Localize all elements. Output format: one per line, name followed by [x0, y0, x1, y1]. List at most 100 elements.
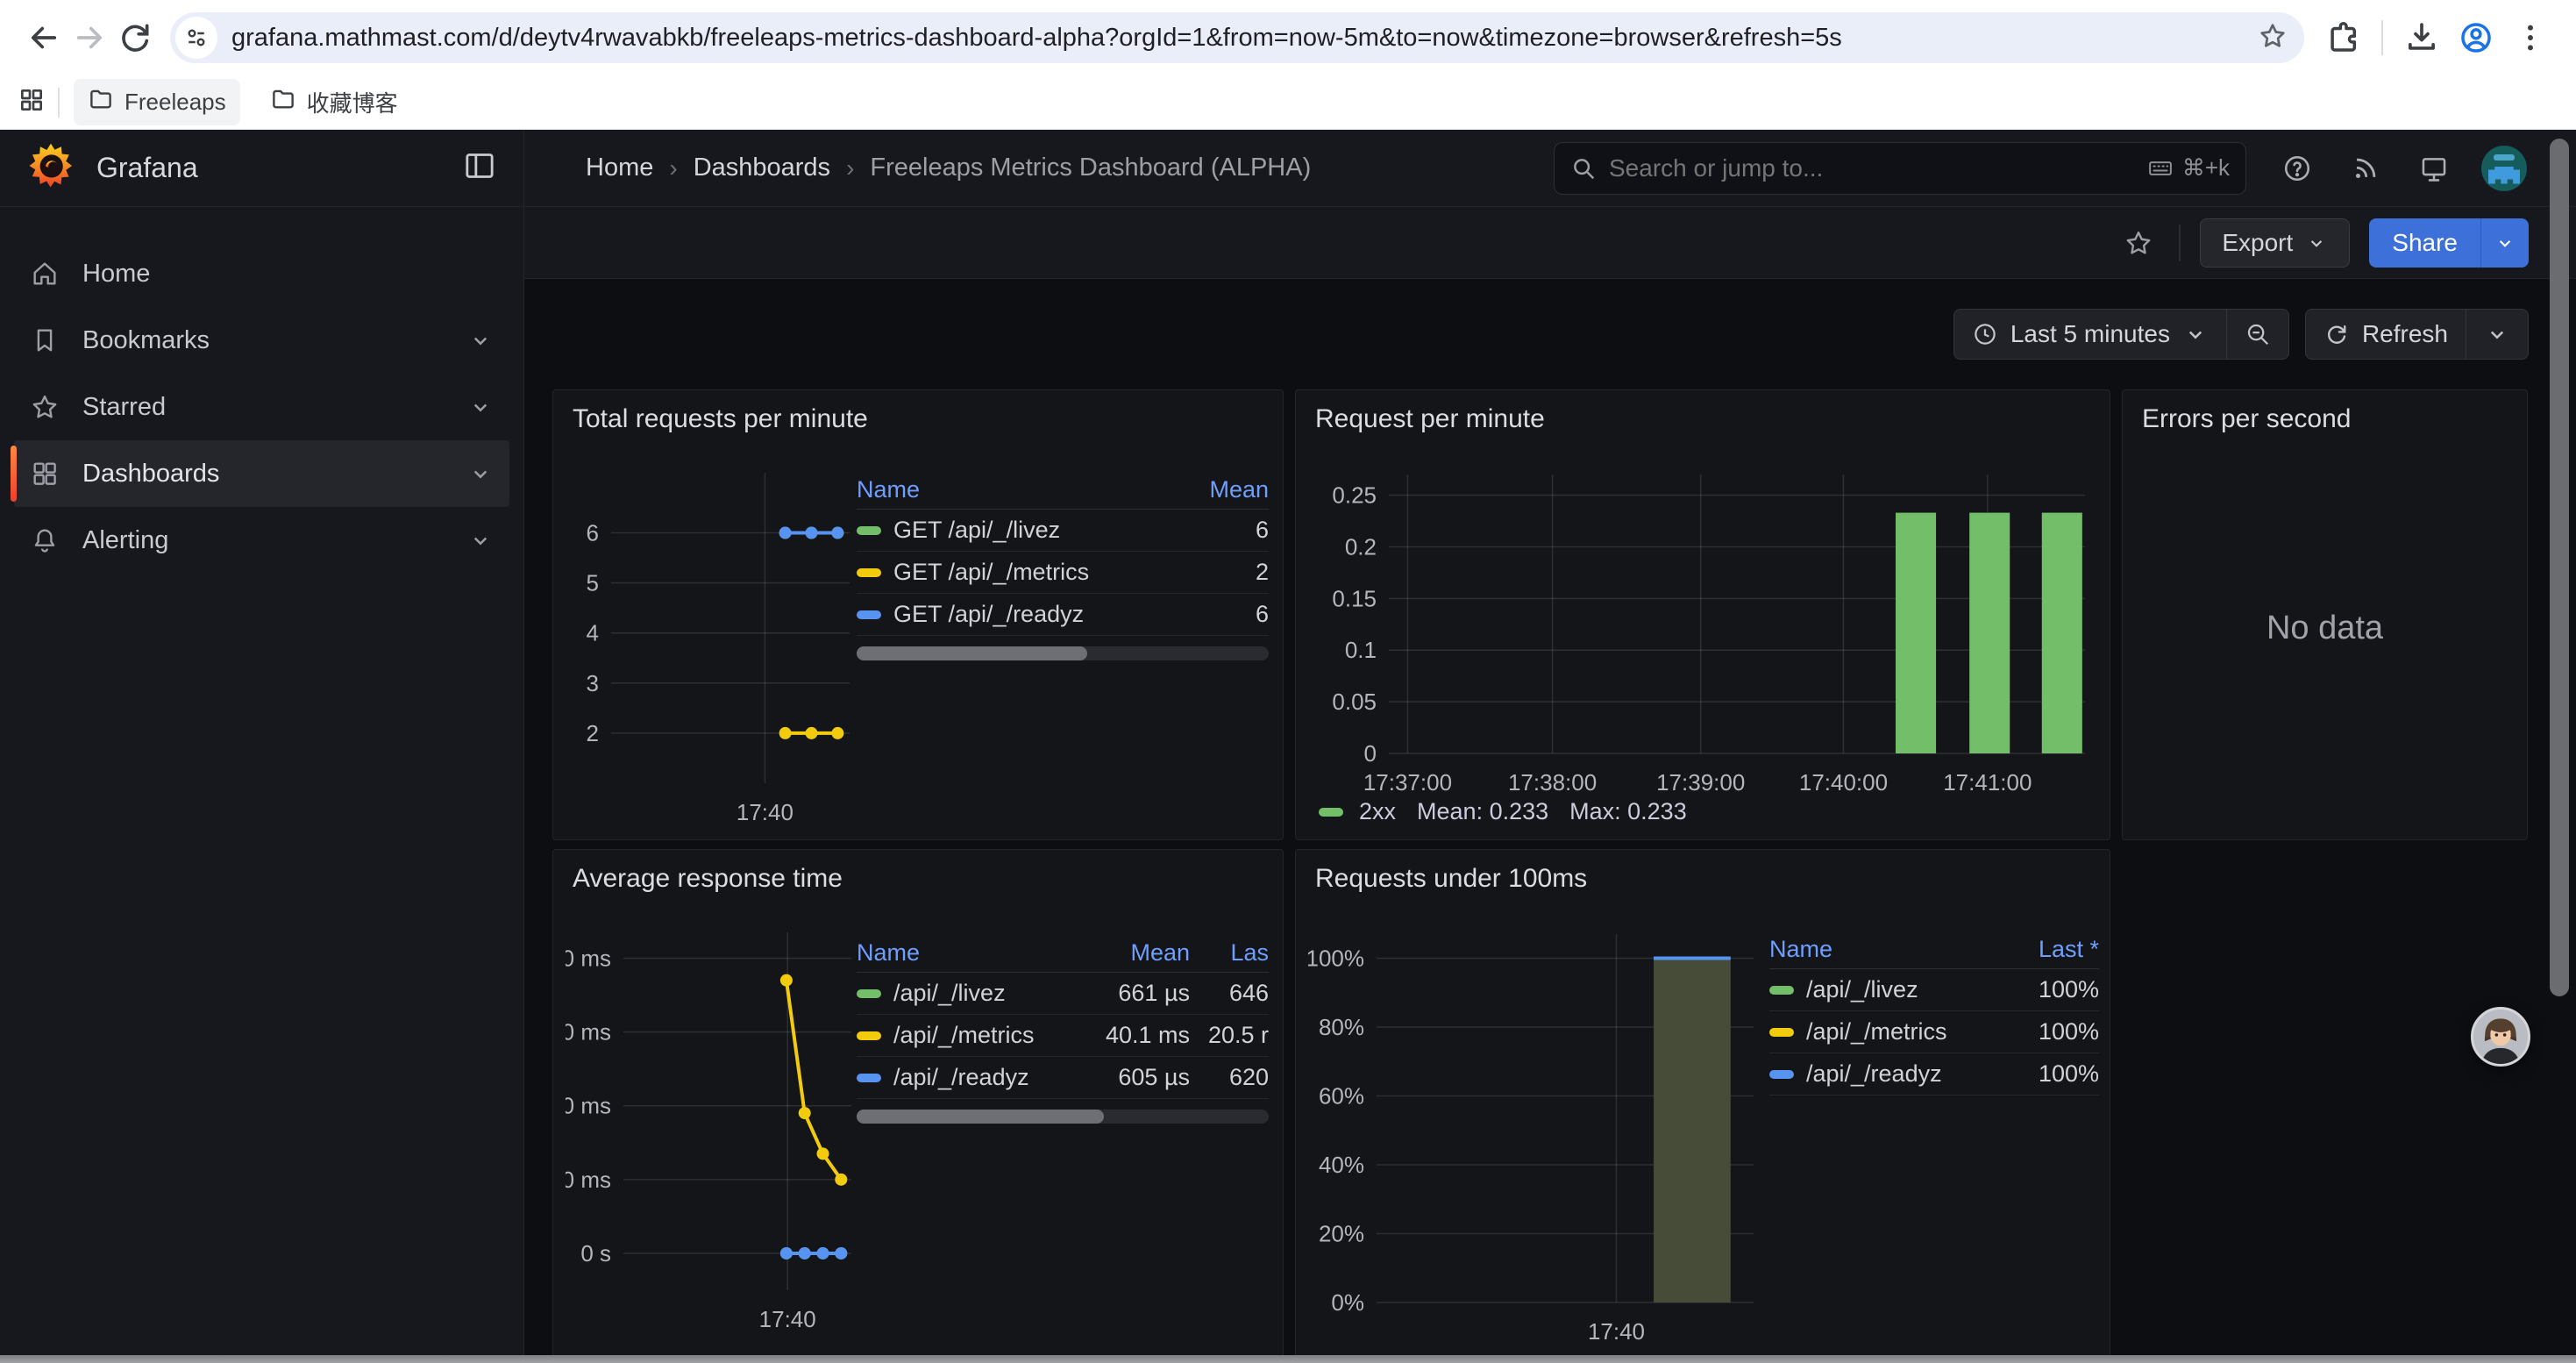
legend-table: NameMean GET /api/_/livez6GET /api/_/metr…: [857, 471, 1269, 660]
time-range-picker[interactable]: Last 5 minutes: [1954, 310, 2226, 359]
legend-column-header[interactable]: Las: [1190, 939, 1269, 967]
panel-title[interactable]: Errors per second: [2142, 404, 2351, 434]
chevron-down-icon[interactable]: [467, 327, 494, 353]
legend-row[interactable]: /api/_/metrics40.1 ms20.5 r: [857, 1015, 1269, 1057]
chevron-down-icon[interactable]: [467, 527, 494, 553]
sidebar-item-starred[interactable]: Starred: [14, 374, 509, 440]
browser-toolbar: grafana.mathmast.com/d/deytv4rwavabkb/fr…: [0, 0, 2576, 75]
site-settings-icon[interactable]: [175, 17, 217, 59]
svg-text:0.15: 0.15: [1332, 585, 1377, 611]
panel-title[interactable]: Total requests per minute: [573, 404, 868, 434]
legend-row[interactable]: 2xx Mean: 0.233 Max: 0.233: [1319, 798, 1687, 825]
no-data-message: No data: [2123, 610, 2527, 647]
request-per-minute-chart[interactable]: 0.250.20.150.10.05017:37:0017:38:0017:39…: [1308, 460, 2097, 811]
legend-horizontal-scrollbar[interactable]: [857, 646, 1269, 660]
share-button[interactable]: Share: [2369, 218, 2529, 268]
panel-title[interactable]: Average response time: [573, 864, 843, 894]
legend-column-header[interactable]: Mean: [1050, 939, 1190, 967]
legend-table: NameLast * /api/_/livez100%/api/_/metrics…: [1769, 931, 2099, 1095]
series-value: 661 µs: [1050, 980, 1190, 1007]
requests-under-100ms-chart[interactable]: 100%80%60%40%20%0%17:40: [1308, 920, 1764, 1359]
export-button[interactable]: Export: [2200, 218, 2350, 268]
keyboard-icon: [2147, 155, 2174, 182]
breadcrumb-item[interactable]: Dashboards: [694, 153, 830, 182]
series-color-pill: [1769, 1028, 1794, 1037]
series-color-pill: [857, 1031, 881, 1040]
legend-table: NameMeanLas/api/_/livez661 µs646/api/_/m…: [857, 934, 1269, 1124]
bookmark-star-icon[interactable]: [2257, 20, 2288, 56]
floating-assistant-avatar[interactable]: [2471, 1007, 2530, 1067]
refresh-interval-chevron[interactable]: [2466, 310, 2528, 359]
bookmarks-divider: [58, 88, 60, 118]
sidebar-item-bookmarks[interactable]: Bookmarks: [14, 307, 509, 374]
zoom-out-time-button[interactable]: [2226, 310, 2288, 359]
breadcrumb-item[interactable]: Home: [586, 153, 653, 182]
tv-kiosk-icon[interactable]: [2413, 147, 2455, 189]
average-response-time-chart[interactable]: 80 ms60 ms40 ms20 ms0 s17:40: [566, 920, 860, 1338]
series-value: 100%: [1994, 1060, 2099, 1088]
legend-column-header[interactable]: Mean: [1137, 476, 1269, 503]
legend-row[interactable]: /api/_/metrics100%: [1769, 1011, 2099, 1053]
legend-row[interactable]: /api/_/livez100%: [1769, 969, 2099, 1011]
sidebar-item-alerting[interactable]: Alerting: [14, 507, 509, 574]
home-icon: [30, 259, 60, 289]
legend-column-header[interactable]: Name: [1769, 936, 1994, 963]
browser-forward-button[interactable]: [67, 15, 112, 61]
chevron-down-icon[interactable]: [467, 460, 494, 487]
dashboard-canvas: Last 5 minutes Refresh: [524, 279, 2576, 1363]
search-input[interactable]: ⌘+k: [1554, 142, 2246, 195]
svg-text:100%: 100%: [1308, 945, 1364, 971]
grafana-logo[interactable]: [26, 141, 75, 195]
user-avatar[interactable]: [2481, 146, 2527, 191]
sidebar-item-label: Dashboards: [82, 460, 467, 489]
news-rss-icon[interactable]: [2345, 147, 2387, 189]
dashboard-actions-bar: Export Share: [524, 207, 2576, 279]
series-value: 605 µs: [1050, 1064, 1190, 1091]
panel-title[interactable]: Request per minute: [1315, 404, 1545, 434]
browser-menu-icon[interactable]: [2508, 15, 2553, 61]
sidebar-item-dashboards[interactable]: Dashboards: [14, 440, 509, 507]
sidebar-nav: HomeBookmarksStarred Dashboards Alerting: [0, 207, 523, 574]
legend-row[interactable]: /api/_/livez661 µs646: [857, 973, 1269, 1015]
chevron-down-icon[interactable]: [467, 394, 494, 420]
svg-text:40 ms: 40 ms: [566, 1093, 611, 1119]
help-icon[interactable]: [2276, 147, 2318, 189]
extensions-icon[interactable]: [2320, 15, 2366, 61]
legend-column-header[interactable]: Name: [857, 476, 1137, 503]
dock-sidebar-icon[interactable]: [462, 148, 497, 188]
series-value: 2: [1137, 559, 1269, 586]
search-field[interactable]: [1609, 154, 2147, 182]
refresh-button[interactable]: Refresh: [2306, 310, 2466, 359]
profile-icon[interactable]: [2453, 15, 2499, 61]
apps-grid-icon[interactable]: [18, 86, 46, 118]
legend-row[interactable]: GET /api/_/readyz6: [857, 594, 1269, 636]
share-menu-chevron[interactable]: [2480, 218, 2529, 268]
panel-title[interactable]: Requests under 100ms: [1315, 864, 1587, 894]
address-bar[interactable]: grafana.mathmast.com/d/deytv4rwavabkb/fr…: [170, 12, 2304, 63]
svg-text:17:41:00: 17:41:00: [1943, 769, 2032, 796]
browser-back-button[interactable]: [21, 15, 67, 61]
legend-row[interactable]: GET /api/_/metrics2: [857, 552, 1269, 594]
browser-reload-button[interactable]: [112, 15, 158, 61]
legend-row[interactable]: GET /api/_/livez6: [857, 510, 1269, 552]
favorite-star-icon[interactable]: [2117, 222, 2160, 264]
svg-text:60%: 60%: [1319, 1082, 1364, 1109]
legend-column-header[interactable]: Name: [857, 939, 1050, 967]
legend-column-header[interactable]: Last *: [1994, 936, 2099, 963]
legend-row[interactable]: /api/_/readyz100%: [1769, 1053, 2099, 1095]
bookmark-item[interactable]: Freeleaps: [74, 79, 240, 125]
series-color-pill: [857, 526, 881, 535]
bookmark-item[interactable]: 收藏博客: [256, 79, 412, 125]
chevron-down-icon: [2484, 321, 2510, 347]
refresh-controls: Refresh: [2305, 309, 2529, 360]
page-vertical-scrollbar[interactable]: [2550, 139, 2569, 996]
sidebar-item-home[interactable]: Home: [14, 240, 509, 307]
svg-text:60 ms: 60 ms: [566, 1019, 611, 1045]
downloads-icon[interactable]: [2399, 15, 2444, 61]
legend-row[interactable]: /api/_/readyz605 µs620: [857, 1057, 1269, 1099]
legend-horizontal-scrollbar[interactable]: [857, 1110, 1269, 1124]
series-value: 100%: [1994, 976, 2099, 1003]
series-color-pill: [1769, 986, 1794, 995]
url-text[interactable]: grafana.mathmast.com/d/deytv4rwavabkb/fr…: [231, 24, 2257, 53]
total-requests-chart[interactable]: 6543217:40: [566, 460, 860, 824]
